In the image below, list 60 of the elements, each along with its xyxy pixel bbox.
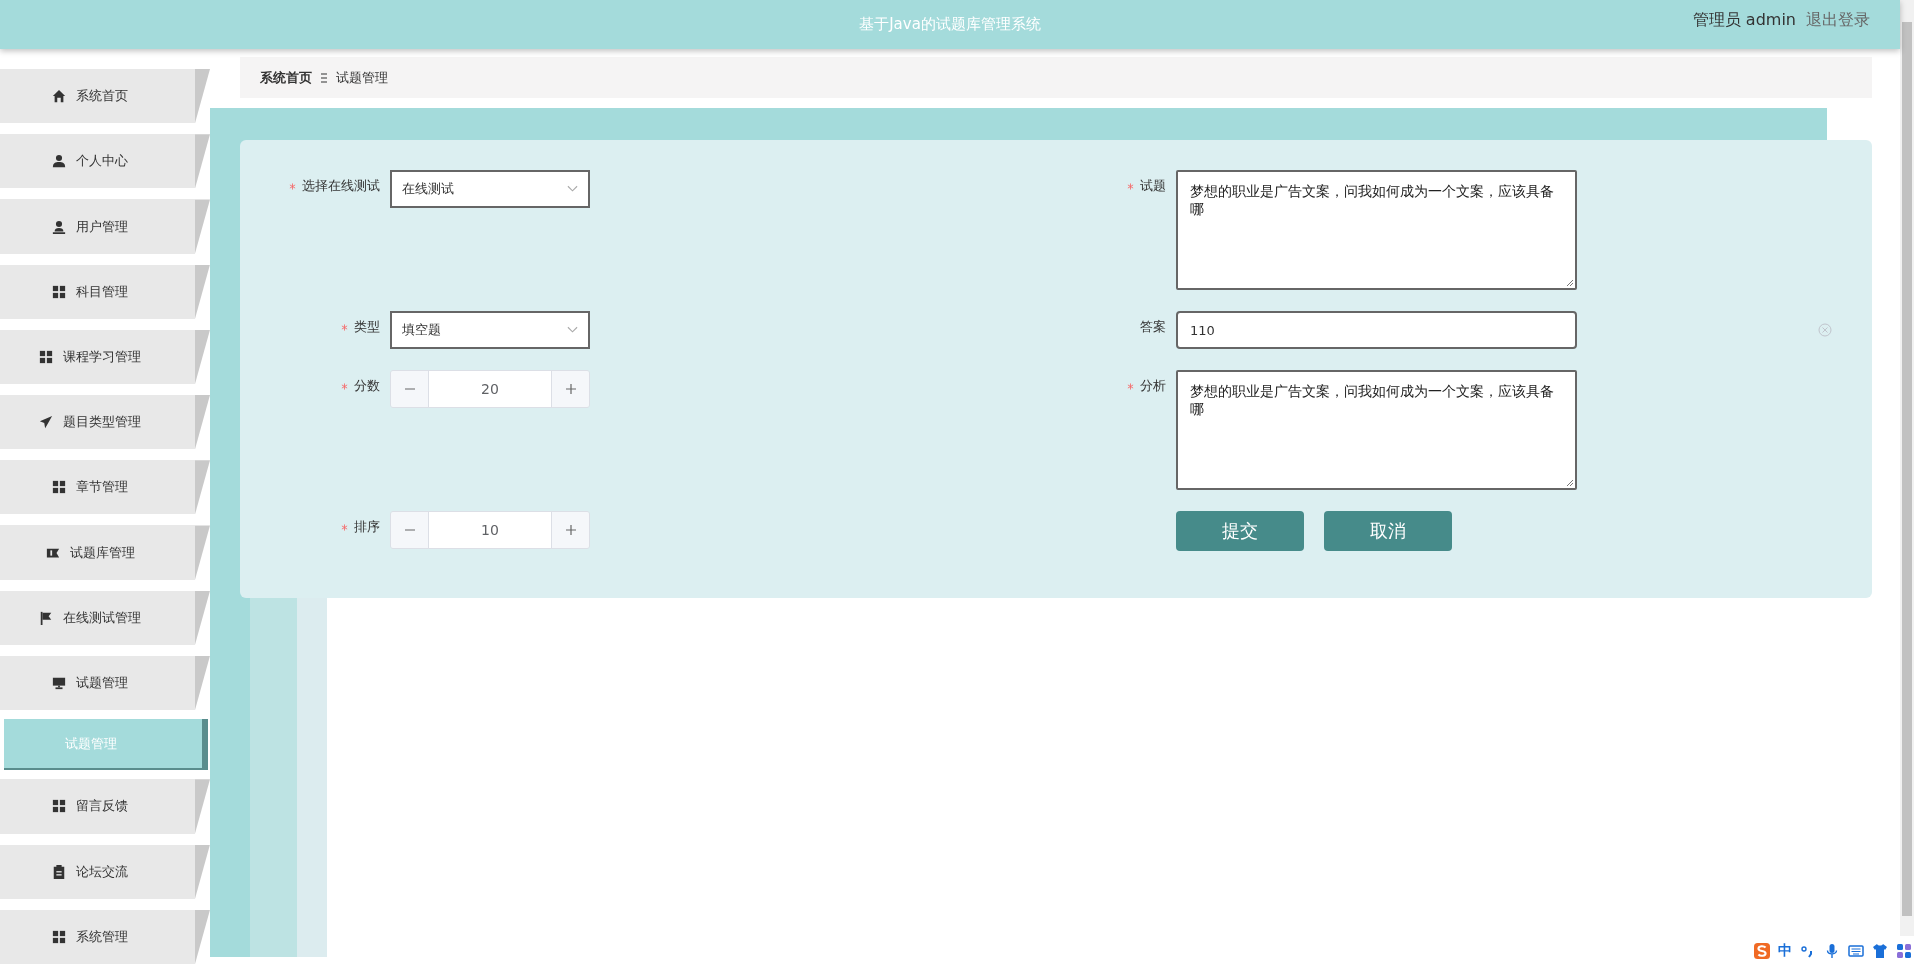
ime-logo-icon[interactable] — [1754, 943, 1770, 959]
paper-plane-icon — [39, 415, 53, 430]
sidebar-item[interactable]: 系统管理 — [0, 909, 210, 964]
sidebar-item[interactable]: 试题库管理 — [0, 525, 210, 580]
breadcrumb-link[interactable]: 系统首页 — [260, 68, 312, 87]
sidebar-item[interactable]: 科目管理 — [0, 264, 210, 319]
chevron-down-icon — [567, 185, 578, 193]
resize-grip-icon — [1564, 477, 1574, 487]
sidebar-item[interactable]: 试题管理 — [0, 655, 210, 711]
keyboard-icon[interactable] — [1848, 943, 1864, 959]
text-area-value: 梦想的职业是广告文案，问我如何成为一个文案，应该具备哪 — [1190, 183, 1554, 217]
grid-icon — [52, 799, 66, 814]
clipboard-icon — [52, 864, 66, 879]
field-label: 试题 — [1140, 177, 1166, 195]
monitor-icon — [52, 675, 66, 690]
field-label: 类型 — [354, 318, 380, 336]
breadcrumb-link[interactable]: 试题管理 — [336, 68, 388, 87]
sidebar-item[interactable]: 系统首页 — [0, 69, 210, 124]
sidebar-item[interactable]: 个人中心 — [0, 134, 210, 189]
chevron-down-icon — [567, 326, 578, 334]
select-value: 填空题 — [402, 321, 441, 339]
user-label: 管理员 admin — [1692, 10, 1796, 31]
sidebar-item[interactable]: 论坛交流 — [0, 844, 210, 899]
shirt-icon[interactable] — [1872, 943, 1888, 959]
resize-grip-icon — [1564, 277, 1574, 287]
user-icon — [52, 154, 66, 169]
flag-icon — [39, 610, 53, 625]
app-title: 基于Java的试题库管理系统 — [859, 15, 1041, 34]
select-field[interactable]: 在线测试 — [390, 170, 590, 208]
field-label: 选择在线测试 — [302, 177, 380, 195]
home-icon — [52, 89, 66, 104]
field-label: 排序 — [354, 518, 380, 536]
user-icon — [52, 219, 66, 234]
grid-icon — [52, 284, 66, 299]
input-field[interactable]: 110 — [1176, 311, 1577, 349]
sidebar-item[interactable]: 课程学习管理 — [0, 329, 210, 384]
select-value: 在线测试 — [402, 180, 454, 198]
text-area[interactable]: 梦想的职业是广告文案，问我如何成为一个文案，应该具备哪 — [1176, 370, 1577, 490]
sidebar-item[interactable]: 在线测试管理 — [0, 590, 210, 645]
field-label: 答案 — [1140, 318, 1166, 336]
sidebar-item[interactable]: 留言反馈 — [0, 779, 210, 834]
text-area[interactable]: 梦想的职业是广告文案，问我如何成为一个文案，应该具备哪 — [1176, 170, 1577, 290]
field-label: 分数 — [354, 377, 380, 395]
sidebar-item[interactable]: 题目类型管理 — [0, 395, 210, 450]
grid-icon — [39, 349, 53, 364]
sidebar-item[interactable]: 章节管理 — [0, 460, 210, 515]
sidebar-item[interactable]: 用户管理 — [0, 199, 210, 254]
scrollbar[interactable] — [1900, 0, 1914, 936]
text-area-value: 梦想的职业是广告文案，问我如何成为一个文案，应该具备哪 — [1190, 383, 1554, 417]
grid-icon[interactable] — [1896, 943, 1912, 959]
form-button[interactable]: 取消 — [1324, 511, 1452, 551]
grid-icon — [52, 480, 66, 495]
grid-icon — [52, 929, 66, 944]
select-field[interactable]: 填空题 — [390, 311, 590, 349]
ime-mode-label[interactable]: 中 — [1778, 942, 1792, 960]
separator-icon — [320, 71, 328, 84]
microphone-icon[interactable] — [1824, 943, 1840, 959]
field-label: 分析 — [1140, 377, 1166, 395]
logout-link[interactable]: 退出登录 — [1806, 10, 1870, 31]
form-button[interactable]: 提交 — [1176, 511, 1304, 551]
